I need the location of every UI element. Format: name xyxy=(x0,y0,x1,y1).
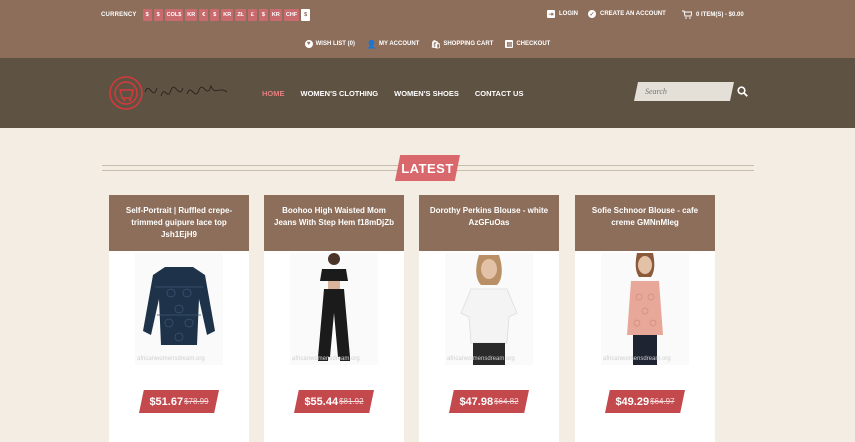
image-watermark: africanwomensdream.org xyxy=(447,356,515,362)
site-logo[interactable] xyxy=(109,72,234,114)
price-old: $64.82 xyxy=(494,397,519,406)
shopping-cart-label: SHOPPING CART xyxy=(443,41,494,47)
product-title[interactable]: Self-Portrait | Ruffled crepe-trimmed gu… xyxy=(109,195,249,251)
price-tag: $47.98 $64.82 xyxy=(449,390,529,413)
product-image[interactable] xyxy=(290,253,378,365)
account-nav: ♥ WISH LIST (0) 👤 MY ACCOUNT 🛍 SHOPPING … xyxy=(0,38,855,50)
price-current: $49.29 xyxy=(615,395,650,408)
product-image[interactable] xyxy=(445,253,533,365)
image-watermark: africanwomensdream.org xyxy=(603,356,671,362)
wishlist-label: WISH LIST (0) xyxy=(315,41,355,47)
price-current: $55.44 xyxy=(304,395,339,408)
currency-button-active[interactable]: $ xyxy=(301,9,311,21)
nav-womens-clothing[interactable]: WOMEN'S CLOTHING xyxy=(301,89,379,98)
cart-summary-label: 0 ITEM(S) - $0.00 xyxy=(696,11,744,18)
currency-button[interactable]: COL$ xyxy=(164,9,184,21)
price-tag: $55.44 $81.92 xyxy=(294,390,374,413)
image-watermark: africanwomensdream.org xyxy=(137,356,205,362)
create-account-label: CREATE AN ACCOUNT xyxy=(600,11,666,17)
login-icon: ⇥ xyxy=(547,10,555,18)
currency-button[interactable]: CHF xyxy=(283,9,300,21)
site-header: HOME WOMEN'S CLOTHING WOMEN'S SHOES CONT… xyxy=(0,58,855,128)
checkout-icon: ▤ xyxy=(505,40,514,48)
search-icon xyxy=(736,85,748,97)
price-old: $78.99 xyxy=(184,397,209,406)
user-icon: 👤 xyxy=(366,39,377,49)
section-title: LATEST xyxy=(395,155,460,181)
login-label: LOGIN xyxy=(559,11,578,17)
main-nav: HOME WOMEN'S CLOTHING WOMEN'S SHOES CONT… xyxy=(262,89,523,98)
cart-summary-link[interactable]: 0 ITEM(S) - $0.00 xyxy=(682,10,744,19)
wishlist-link[interactable]: ♥ WISH LIST (0) xyxy=(304,38,355,50)
my-account-link[interactable]: 👤 MY ACCOUNT xyxy=(366,38,420,50)
currency-button[interactable]: KR xyxy=(269,9,282,21)
checkout-link[interactable]: ▤ CHECKOUT xyxy=(505,38,550,50)
price-current: $51.67 xyxy=(149,395,184,408)
price-tag: $49.29 $64.97 xyxy=(605,390,685,413)
product-card[interactable]: Sofie Schnoor Blouse - cafe creme GMNnMl… xyxy=(575,195,715,442)
price-current: $47.98 xyxy=(459,395,494,408)
currency-button[interactable]: $ xyxy=(153,9,163,21)
image-watermark: africanwomensdream.org xyxy=(292,356,360,362)
currency-button[interactable]: KR xyxy=(221,9,234,21)
currency-button[interactable]: $ xyxy=(210,9,220,21)
product-title[interactable]: Dorothy Perkins Blouse - white AzGFuOas xyxy=(419,195,559,251)
currency-button[interactable]: $ xyxy=(258,9,268,21)
price-old: $81.92 xyxy=(339,397,364,406)
product-image[interactable] xyxy=(601,253,689,365)
currency-label: CURRENCY xyxy=(101,12,137,18)
check-icon: ✓ xyxy=(588,10,596,18)
create-account-link[interactable]: ✓ CREATE AN ACCOUNT xyxy=(588,10,666,18)
nav-home[interactable]: HOME xyxy=(262,89,285,98)
logo-image xyxy=(109,76,228,110)
currency-selector: CURRENCY $ $ COL$ KR € $ KR ZŁ £ $ KR CH… xyxy=(101,9,311,21)
cart-icon xyxy=(682,10,692,19)
currency-button[interactable]: € xyxy=(199,9,209,21)
heart-icon: ♥ xyxy=(304,40,313,48)
currency-button[interactable]: $ xyxy=(142,9,152,21)
basket-icon: 🛍 xyxy=(430,39,441,49)
currency-button[interactable]: KR xyxy=(185,9,198,21)
product-card[interactable]: Dorothy Perkins Blouse - white AzGFuOas … xyxy=(419,195,559,442)
currency-button[interactable]: £ xyxy=(247,9,257,21)
login-link[interactable]: ⇥ LOGIN xyxy=(547,10,578,18)
search-input[interactable] xyxy=(634,82,734,101)
checkout-label: CHECKOUT xyxy=(516,41,551,47)
mom-jeans-image xyxy=(318,253,350,361)
price-tag: $51.67 $78.99 xyxy=(139,390,219,413)
white-blouse-image xyxy=(460,255,518,365)
top-bar: CURRENCY $ $ COL$ KR € $ KR ZŁ £ $ KR CH… xyxy=(0,0,855,58)
product-image[interactable] xyxy=(135,253,223,365)
nav-womens-shoes[interactable]: WOMEN'S SHOES xyxy=(394,89,459,98)
product-title[interactable]: Sofie Schnoor Blouse - cafe creme GMNnMl… xyxy=(575,195,715,251)
lace-blouse-image xyxy=(627,253,663,365)
product-title[interactable]: Boohoo High Waisted Mom Jeans With Step … xyxy=(264,195,404,251)
nav-contact-us[interactable]: CONTACT US xyxy=(475,89,524,98)
product-card[interactable]: Self-Portrait | Ruffled crepe-trimmed gu… xyxy=(109,195,249,442)
shopping-cart-link[interactable]: 🛍 SHOPPING CART xyxy=(430,38,494,50)
lace-top-image xyxy=(143,267,215,345)
price-old: $64.97 xyxy=(650,397,675,406)
search-button[interactable] xyxy=(735,83,749,99)
currency-button[interactable]: ZŁ xyxy=(235,9,246,21)
product-card[interactable]: Boohoo High Waisted Mom Jeans With Step … xyxy=(264,195,404,442)
my-account-label: MY ACCOUNT xyxy=(378,41,420,47)
